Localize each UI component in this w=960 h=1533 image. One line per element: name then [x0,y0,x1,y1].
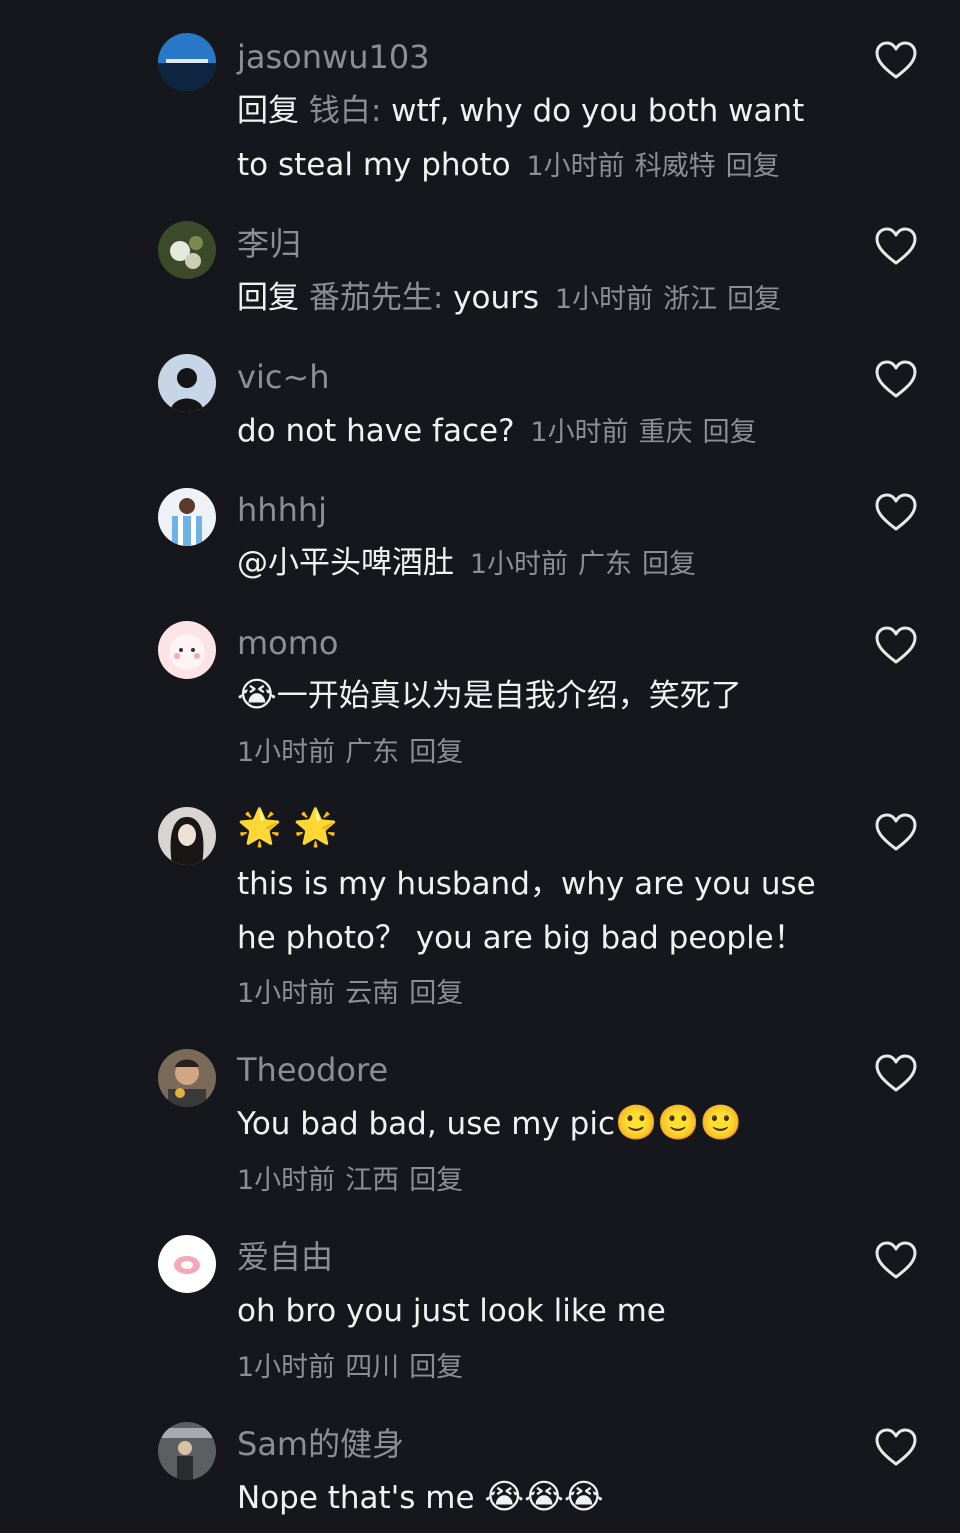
heart-outline-icon[interactable] [874,1240,918,1280]
comment-meta: 1小时前 江西 回复 [237,1161,473,1201]
timestamp: 1小时前 [237,1352,336,1383]
crying-laughing-emoji: 😭 [237,675,277,715]
comment-text: 回复 番茄先生: yours 1小时前 浙江 回复 [237,271,837,327]
username[interactable]: Sam的健身 [237,1424,404,1464]
username[interactable]: 李归 [237,224,301,264]
heart-outline-icon[interactable] [874,812,918,852]
location: 云南 [345,978,400,1009]
username[interactable]: Theodore [237,1050,388,1090]
username[interactable]: jasonwu103 [237,37,430,77]
comment-content: this is my husband，why are you use he ph… [237,866,816,956]
timestamp: 1小时前 [469,549,569,580]
location: 广东 [345,737,400,768]
comment-text: oh bro you just look like me [237,1284,837,1338]
avatar[interactable] [158,354,216,412]
reply-keyword: 回复 [237,93,299,129]
reply-keyword: 回复 [237,280,299,316]
comment-meta: 1小时前 广东 回复 [237,733,473,773]
username[interactable]: hhhhj [237,490,327,530]
avatar[interactable] [158,33,216,91]
avatar[interactable] [158,1422,216,1480]
heart-outline-icon[interactable] [874,625,918,665]
comment-text: do not have face? 1小时前 重庆 回复 [237,404,837,460]
avatar[interactable] [158,488,216,546]
comment-text: 回复 钱白: wtf, why do you both want to stea… [237,84,837,194]
comment-meta: 1小时前 云南 回复 [237,974,473,1014]
timestamp: 1小时前 [237,978,336,1009]
reply-button[interactable]: 回复 [703,417,757,448]
timestamp: 1小时前 [237,1165,336,1196]
location: 浙江 [663,284,718,315]
reply-button[interactable]: 回复 [409,978,463,1009]
timestamp: 1小时前 [530,417,629,448]
location: 广东 [578,549,633,580]
location: 重庆 [638,417,693,448]
timestamp: 1小时前 [237,737,336,768]
reply-button[interactable]: 回复 [727,284,781,315]
username[interactable]: 爱自由 [237,1237,333,1277]
comment-content: You bad bad, use my pic [237,1106,616,1142]
timestamp: 1小时前 [526,151,625,182]
comment-content[interactable]: @小平头啤酒肚 [237,545,454,581]
username[interactable]: 🌟 🌟 [237,808,338,848]
comment-text: @小平头啤酒肚 1小时前 广东 回复 [237,536,837,592]
avatar[interactable] [158,621,216,679]
reply-button[interactable]: 回复 [409,737,463,768]
reply-button[interactable]: 回复 [409,1352,463,1383]
username[interactable]: momo [237,623,339,663]
heart-outline-icon[interactable] [874,1427,918,1467]
comment-content: oh bro you just look like me [237,1293,666,1329]
heart-outline-icon[interactable] [874,492,918,532]
comment-text: You bad bad, use my pic🙂🙂🙂 [237,1097,837,1151]
comment-content: Nope that's me [237,1480,475,1516]
heart-outline-icon[interactable] [874,40,918,80]
heart-outline-icon[interactable] [874,359,918,399]
reply-button[interactable]: 回复 [409,1165,463,1196]
comment-meta: 1小时前 科威特 回复 [527,151,790,182]
crying-emoji: 😭😭😭 [484,1477,604,1517]
comment-meta: 1小时前 浙江 回复 [555,284,791,315]
comment-text: this is my husband，why are you use he ph… [237,857,837,965]
comment-text: Nope that's me 😭😭😭 [237,1471,837,1525]
comment-meta: 1小时前 四川 回复 [237,1348,473,1388]
reply-button[interactable]: 回复 [726,151,780,182]
heart-outline-icon[interactable] [874,1053,918,1093]
comment-meta: 1小时前 广东 回复 [470,549,706,580]
reply-target[interactable]: 番茄先生: [309,280,443,316]
reply-target[interactable]: 钱白: [309,93,381,129]
comment-content: do not have face? [237,413,515,449]
custom-emoji: 🙂🙂🙂 [615,1103,743,1143]
reply-button[interactable]: 回复 [642,549,696,580]
avatar[interactable] [158,221,216,279]
location: 科威特 [634,151,716,182]
comment-meta: 1小时前 重庆 回复 [530,417,766,448]
avatar[interactable] [158,1235,216,1293]
location: 四川 [345,1352,400,1383]
timestamp: 1小时前 [554,284,654,315]
comment-content: 一开始真以为是自我介绍，笑死了 [276,678,742,714]
heart-outline-icon[interactable] [874,226,918,266]
avatar[interactable] [158,807,216,865]
location: 江西 [345,1165,400,1196]
avatar[interactable] [158,1049,216,1107]
comment-text: 😭一开始真以为是自我介绍，笑死了 [237,669,837,723]
username[interactable]: vic~h [237,357,330,397]
comment-content: yours [443,280,540,316]
